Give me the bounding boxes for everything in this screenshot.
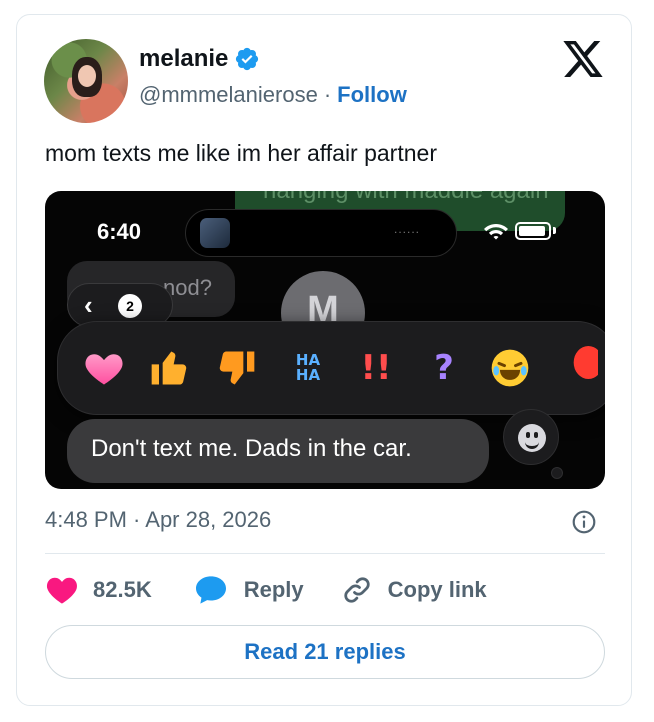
heart-reaction-icon[interactable] bbox=[82, 346, 126, 390]
exclamation-reaction-icon[interactable]: !! bbox=[354, 346, 398, 390]
author-handle-row: @mmmelanierose · Follow bbox=[139, 82, 407, 108]
author-name-row: melanie bbox=[139, 45, 260, 73]
copy-link-label: Copy link bbox=[387, 577, 487, 602]
reply-label: Reply bbox=[243, 577, 304, 602]
read-replies-button[interactable]: Read 21 replies bbox=[45, 625, 605, 679]
status-time: 6:40 bbox=[97, 219, 142, 244]
sent-message-text: hanging with maddie again bbox=[263, 191, 549, 205]
chevron-left-icon: ‹ bbox=[84, 290, 93, 320]
heart-icon bbox=[46, 577, 78, 604]
wifi-icon bbox=[484, 224, 508, 240]
verified-badge-icon bbox=[236, 47, 259, 71]
copy-link-button[interactable]: Copy link bbox=[342, 575, 487, 605]
dynamic-island: ...... bbox=[185, 209, 457, 257]
x-logo-icon[interactable] bbox=[563, 41, 603, 77]
tweet-card: melanie @mmmelanierose · Follow mom text… bbox=[16, 14, 632, 706]
emoji-add-button[interactable] bbox=[503, 409, 559, 465]
balloon-reaction-icon[interactable] bbox=[564, 346, 598, 390]
link-icon bbox=[344, 577, 370, 603]
question-reaction-icon[interactable]: ? bbox=[422, 346, 466, 390]
reply-button[interactable]: Reply bbox=[194, 575, 304, 605]
thumbs-up-reaction-icon[interactable] bbox=[148, 346, 192, 390]
bubble-tail-dot bbox=[551, 467, 563, 479]
tweet-timestamp[interactable]: 4:48 PM · Apr 28, 2026 bbox=[45, 507, 271, 533]
tweet-media[interactable]: hanging with maddie again 6:40 ...... no… bbox=[45, 191, 605, 489]
battery-tip bbox=[553, 227, 556, 234]
thumbs-down-reaction-icon[interactable] bbox=[214, 346, 258, 390]
follow-button[interactable]: Follow bbox=[337, 82, 407, 108]
unread-count-badge: 2 bbox=[118, 294, 142, 318]
laughing-face-reaction-icon[interactable] bbox=[488, 346, 532, 390]
author-name[interactable]: melanie bbox=[139, 45, 228, 73]
like-button[interactable]: 82.5K bbox=[45, 575, 152, 605]
separator-dot: · bbox=[323, 82, 332, 107]
island-thumbnail bbox=[200, 218, 230, 248]
avatar-face bbox=[78, 65, 96, 87]
author-handle[interactable]: @mmmelanierose bbox=[139, 82, 318, 108]
selected-message-bubble[interactable]: Don't text me. Dads in the car. bbox=[67, 419, 489, 483]
selected-message-text: Don't text me. Dads in the car. bbox=[91, 435, 412, 462]
like-count: 82.5K bbox=[93, 577, 152, 602]
haha-line-2: HA bbox=[295, 366, 321, 384]
divider bbox=[45, 553, 605, 554]
tapback-reaction-bar: HA HA !! ? bbox=[57, 321, 605, 415]
island-dots: ...... bbox=[394, 222, 421, 236]
battery-icon bbox=[515, 222, 551, 240]
author-avatar[interactable] bbox=[44, 39, 128, 123]
action-bar: 82.5K Reply Copy link bbox=[45, 575, 487, 605]
haha-reaction-icon[interactable]: HA HA bbox=[286, 346, 330, 390]
tweet-text: mom texts me like im her affair partner bbox=[45, 140, 437, 166]
reply-bubble-icon bbox=[195, 576, 226, 604]
info-icon[interactable] bbox=[571, 509, 597, 535]
